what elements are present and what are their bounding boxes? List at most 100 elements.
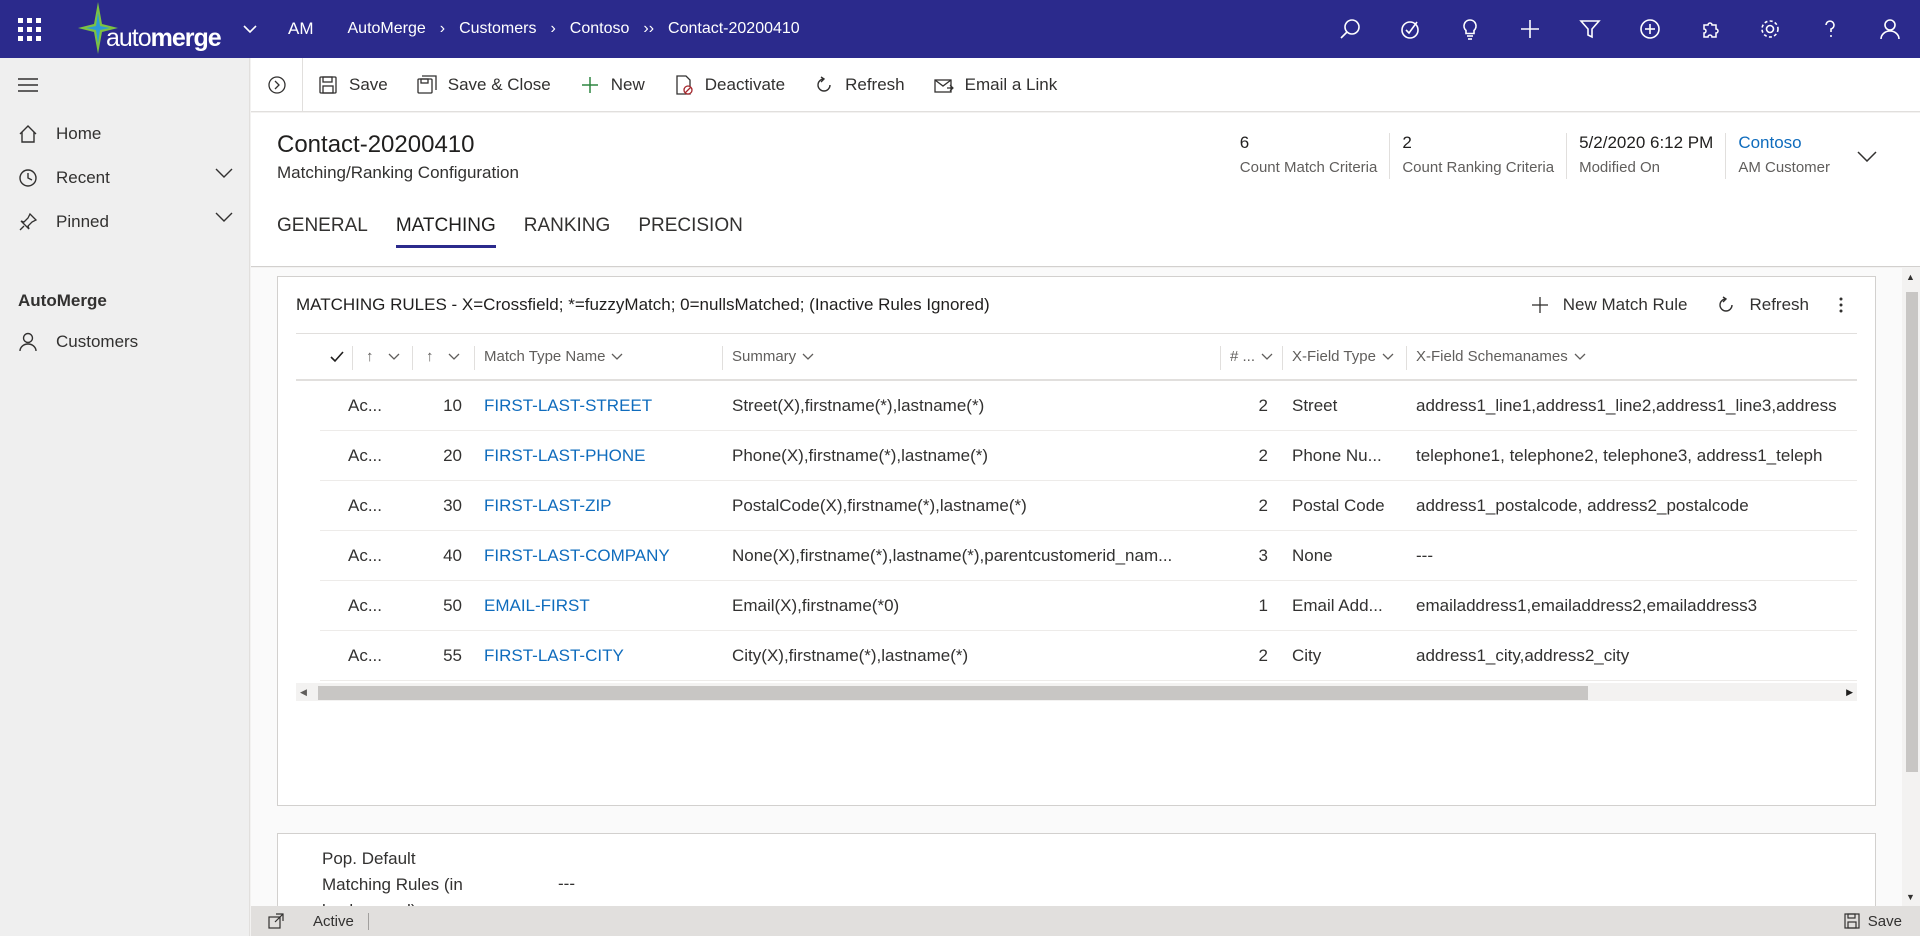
- tab-general[interactable]: GENERAL: [277, 215, 368, 248]
- filter-button[interactable]: [1560, 0, 1620, 58]
- table-row[interactable]: Ac... 40 FIRST-LAST-COMPANY None(X),firs…: [320, 531, 1857, 581]
- select-all-checkbox[interactable]: [296, 334, 352, 379]
- add-activity-button[interactable]: [1620, 0, 1680, 58]
- column-header-match-type-name[interactable]: Match Type Name: [474, 334, 722, 379]
- gear-icon: [1761, 20, 1779, 38]
- form-name: Matching/Ranking Configuration: [277, 163, 519, 182]
- horizontal-scrollbar[interactable]: ◀ ▶: [296, 683, 1857, 701]
- user-icon: [1880, 19, 1900, 40]
- table-row[interactable]: Ac... 10 FIRST-LAST-STREET Street(X),fir…: [320, 381, 1857, 431]
- sidebar-toggle-button[interactable]: [0, 58, 249, 112]
- column-header-status[interactable]: ↑: [352, 334, 412, 379]
- plus-icon: [1531, 297, 1548, 313]
- breadcrumb-parent[interactable]: Contoso: [560, 20, 640, 38]
- breadcrumb-record[interactable]: Contact-20200410: [658, 20, 810, 38]
- tab-ranking[interactable]: RANKING: [524, 215, 611, 248]
- apps-button[interactable]: [1680, 0, 1740, 58]
- sort-up-icon: ↑: [366, 348, 374, 365]
- app-launcher-button[interactable]: [0, 0, 58, 58]
- chevron-down-icon[interactable]: [215, 212, 233, 222]
- help-icon: [1825, 20, 1835, 37]
- chevron-down-icon: [243, 24, 257, 33]
- more-commands-button[interactable]: [1839, 296, 1857, 314]
- ideas-button[interactable]: [1440, 0, 1500, 58]
- match-type-link[interactable]: FIRST-LAST-CITY: [474, 631, 722, 680]
- column-header-summary[interactable]: Summary: [722, 334, 1220, 379]
- automerge-logo[interactable]: automerge: [70, 0, 230, 58]
- match-type-link[interactable]: FIRST-LAST-ZIP: [474, 481, 722, 530]
- circle-chevron-icon: [267, 75, 286, 94]
- scroll-right-icon[interactable]: ▶: [1846, 687, 1853, 698]
- header-fields: 6 Count Match Criteria 2 Count Ranking C…: [1228, 133, 1892, 179]
- column-header-xfield-type[interactable]: X-Field Type: [1282, 334, 1406, 379]
- column-header-xfield-schemanames[interactable]: X-Field Schemanames: [1406, 334, 1806, 379]
- status-save-button[interactable]: Save: [1844, 913, 1902, 930]
- open-new-window-button[interactable]: [261, 913, 291, 929]
- sidebar-item-label: Home: [56, 124, 102, 143]
- matching-rules-title: MATCHING RULES - X=Crossfield; *=fuzzyMa…: [296, 295, 990, 314]
- new-button[interactable]: New: [565, 58, 659, 112]
- deactivate-button[interactable]: Deactivate: [659, 58, 799, 112]
- email-link-button[interactable]: Email a Link: [919, 58, 1072, 112]
- vertical-scrollbar[interactable]: ▲ ▼: [1902, 268, 1920, 906]
- new-match-rule-button[interactable]: New Match Rule: [1531, 295, 1687, 315]
- table-row[interactable]: Ac... 50 EMAIL-FIRST Email(X),firstname(…: [320, 581, 1857, 631]
- refresh-label: Refresh: [845, 74, 905, 94]
- search-icon: [1340, 19, 1360, 39]
- search-button[interactable]: [1320, 0, 1380, 58]
- chevron-down-icon[interactable]: [215, 168, 233, 178]
- column-header-order[interactable]: ↑: [412, 334, 474, 379]
- plus-icon: [1521, 20, 1539, 38]
- chevron-right-icon: ›: [550, 20, 556, 37]
- task-button[interactable]: [1380, 0, 1440, 58]
- chevron-down-icon: [1574, 353, 1586, 360]
- column-header-count[interactable]: # ...: [1220, 334, 1282, 379]
- scrollbar-thumb[interactable]: [1906, 292, 1918, 772]
- process-button[interactable]: [251, 57, 303, 112]
- match-type-link[interactable]: FIRST-LAST-COMPANY: [474, 531, 722, 580]
- sidebar-item-recent[interactable]: Recent: [0, 156, 249, 200]
- table-row[interactable]: Ac... 30 FIRST-LAST-ZIP PostalCode(X),fi…: [320, 481, 1857, 531]
- header-field-count-match: 6 Count Match Criteria: [1239, 133, 1378, 176]
- header-expand-button[interactable]: [1842, 133, 1892, 179]
- match-type-link[interactable]: FIRST-LAST-PHONE: [474, 431, 722, 480]
- breadcrumb-entity[interactable]: Customers: [449, 20, 546, 38]
- breadcrumb-app[interactable]: AutoMerge: [338, 20, 436, 38]
- sidebar-item-customers[interactable]: Customers: [0, 320, 249, 364]
- logo-text: automerge: [106, 24, 222, 52]
- help-button[interactable]: [1800, 0, 1860, 58]
- scroll-left-icon[interactable]: ◀: [300, 687, 307, 698]
- sidebar: Home Recent Pinned AutoMerge Customers: [0, 58, 250, 936]
- refresh-icon: [813, 74, 835, 96]
- refresh-button[interactable]: Refresh: [799, 58, 919, 112]
- tab-matching[interactable]: MATCHING: [395, 215, 496, 248]
- sidebar-item-pinned[interactable]: Pinned: [0, 200, 249, 244]
- check-icon: [330, 350, 344, 362]
- match-type-link[interactable]: FIRST-LAST-STREET: [474, 381, 722, 430]
- match-type-link[interactable]: EMAIL-FIRST: [474, 581, 722, 630]
- save-close-button[interactable]: Save & Close: [402, 58, 565, 112]
- save-close-icon: [416, 74, 438, 96]
- app-switcher-button[interactable]: [230, 0, 270, 58]
- chevron-down-icon: [1857, 150, 1877, 162]
- scroll-down-icon[interactable]: ▼: [1906, 892, 1915, 902]
- tab-precision[interactable]: PRECISION: [638, 215, 743, 248]
- scroll-up-icon[interactable]: ▲: [1906, 272, 1915, 282]
- matching-rules-grid: ↑ ↑ Match Type Name Summary # ... X-Fiel…: [296, 333, 1857, 701]
- save-button[interactable]: Save: [303, 58, 402, 112]
- chevron-down-icon: [611, 353, 623, 360]
- app-short-name[interactable]: AM: [288, 19, 314, 39]
- customer-link[interactable]: Contoso: [1738, 133, 1830, 155]
- scrollbar-thumb[interactable]: [318, 686, 1588, 700]
- table-row[interactable]: Ac... 20 FIRST-LAST-PHONE Phone(X),first…: [320, 431, 1857, 481]
- sidebar-item-home[interactable]: Home: [0, 112, 249, 156]
- record-header: Contact-20200410 Matching/Ranking Config…: [251, 113, 1920, 267]
- table-row[interactable]: Ac... 55 FIRST-LAST-CITY City(X),firstna…: [320, 631, 1857, 681]
- default-matching-rules-value[interactable]: ---: [558, 874, 575, 894]
- settings-button[interactable]: [1740, 0, 1800, 58]
- top-icons: [1320, 0, 1920, 58]
- new-record-button[interactable]: [1500, 0, 1560, 58]
- subgrid-refresh-button[interactable]: Refresh: [1717, 295, 1809, 315]
- profile-button[interactable]: [1860, 0, 1920, 58]
- sidebar-group-title: AutoMerge: [18, 291, 107, 310]
